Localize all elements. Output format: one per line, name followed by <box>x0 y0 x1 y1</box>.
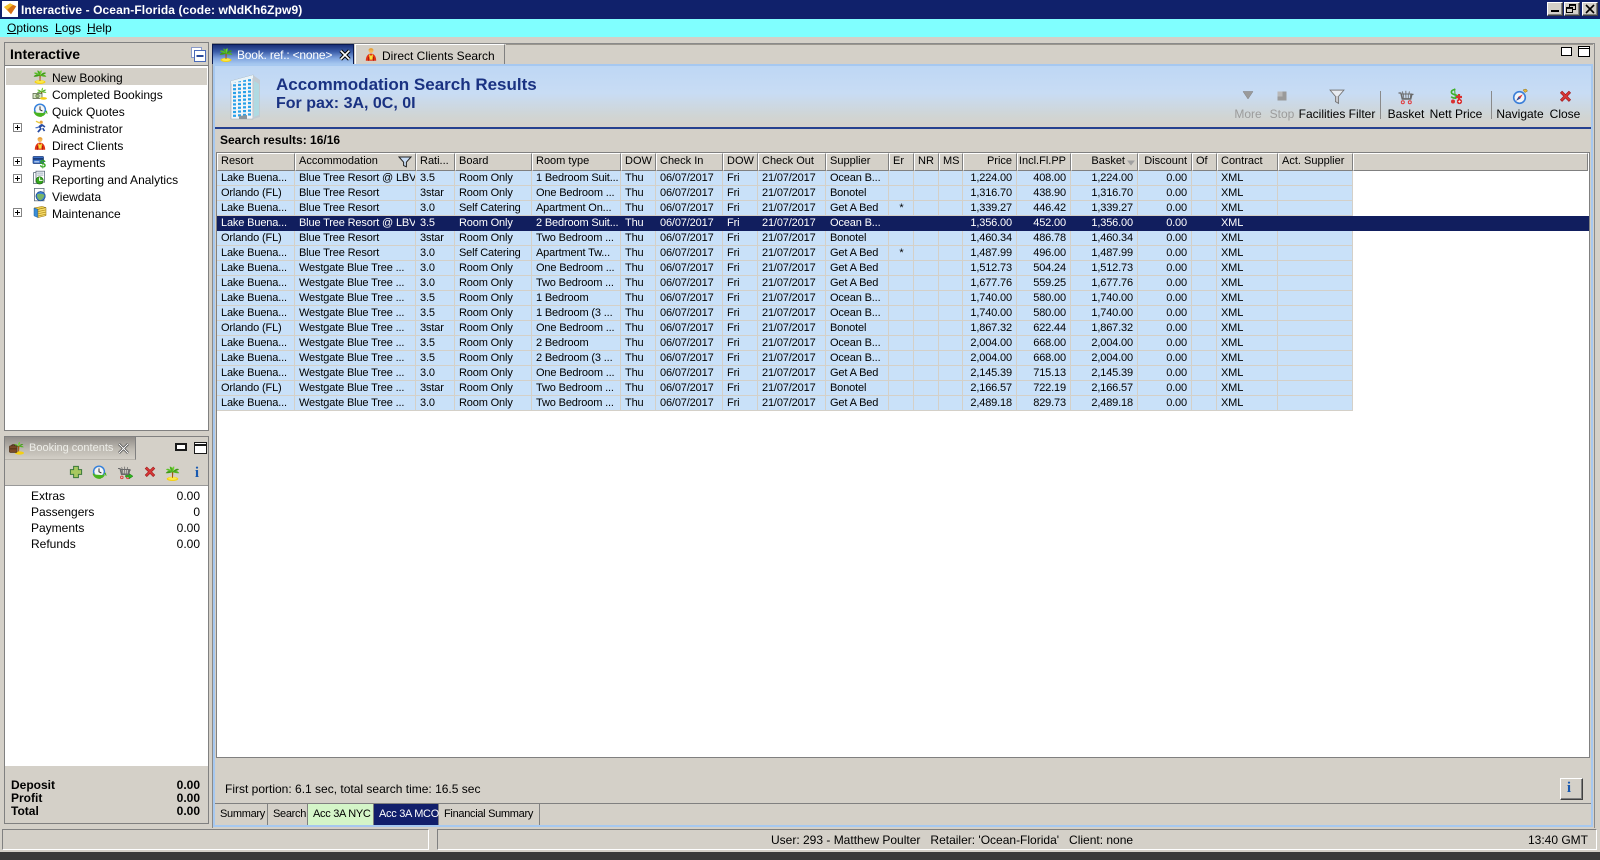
svg-text:$: $ <box>40 159 46 169</box>
svg-text:i: i <box>195 465 199 480</box>
svg-text:i: i <box>1567 780 1571 795</box>
